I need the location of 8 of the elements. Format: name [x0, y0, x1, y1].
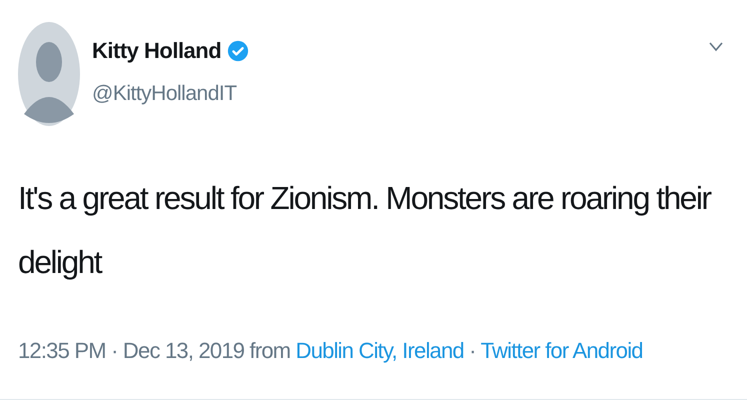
source-link[interactable]: Twitter for Android — [480, 338, 643, 363]
chevron-down-icon[interactable] — [709, 42, 723, 52]
author-name[interactable]: Kitty Holland — [92, 38, 222, 64]
author-handle[interactable]: @KittyHollandIT — [92, 82, 697, 106]
location-link[interactable]: Dublin City, Ireland — [296, 338, 464, 363]
tweet-meta: 12:35 PM · Dec 13, 2019 from Dublin City, Ireland · Twitter for Android — [18, 338, 644, 364]
tweet-text: It's a great result for Zionism. Monsters are roaring their delight — [18, 179, 712, 282]
avatar-icon[interactable] — [18, 22, 80, 126]
